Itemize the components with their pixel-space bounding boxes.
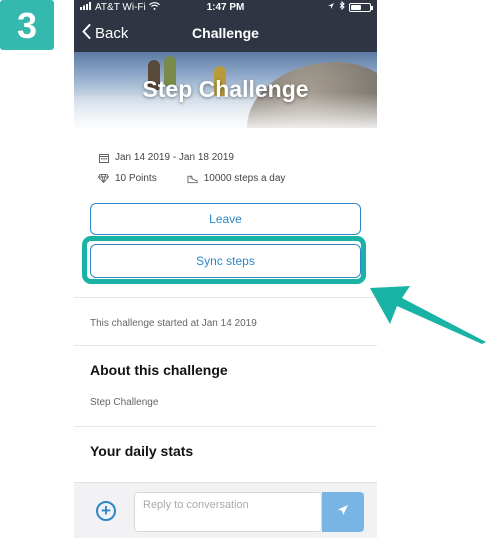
started-text: This challenge started at Jan 14 2019 (90, 318, 257, 329)
date-row: Jan 14 2019 - Jan 18 2019 (98, 152, 377, 163)
goal-pair: 10000 steps a day (187, 173, 286, 184)
shoe-icon (187, 173, 198, 184)
status-time: 1:47 PM (206, 1, 245, 13)
leave-button[interactable]: Leave (90, 203, 361, 235)
points-pair: 10 Points (98, 173, 157, 184)
challenge-info: Jan 14 2019 - Jan 18 2019 10 Points 1000… (74, 128, 377, 184)
calendar-icon (98, 152, 109, 163)
about-description: Step Challenge (90, 397, 159, 408)
diamond-icon (98, 173, 109, 184)
reply-composer: + Reply to conversation (74, 482, 377, 538)
meta-row: 10 Points 10000 steps a day (98, 173, 377, 184)
pointer-arrow-icon (370, 286, 486, 344)
back-label: Back (95, 24, 129, 42)
step-number-badge: 3 (0, 0, 54, 50)
hero-banner: Step Challenge (74, 52, 377, 128)
chevron-left-icon (82, 23, 91, 43)
status-bar: AT&T Wi-Fi 1:47 PM (74, 0, 377, 14)
hero-title: Step Challenge (142, 76, 309, 102)
divider (74, 426, 377, 427)
plus-icon: + (101, 501, 111, 520)
send-button[interactable] (322, 492, 364, 532)
goal-label: 10000 steps a day (203, 173, 286, 184)
sync-steps-button[interactable]: Sync steps (90, 244, 361, 278)
send-icon (337, 503, 349, 521)
stats-title: Your daily stats (90, 443, 194, 459)
divider (74, 345, 377, 346)
reply-input[interactable]: Reply to conversation (134, 492, 322, 532)
divider (74, 297, 377, 298)
date-range: Jan 14 2019 - Jan 18 2019 (115, 152, 234, 163)
points-label: 10 Points (115, 173, 157, 184)
battery-icon (349, 2, 373, 12)
phone-screen: AT&T Wi-Fi 1:47 PM Back Challenge Step C… (74, 0, 377, 538)
back-button[interactable]: Back (74, 23, 129, 43)
about-title: About this challenge (90, 362, 228, 378)
add-attachment-button[interactable]: + (96, 501, 116, 521)
nav-bar: Back Challenge (74, 14, 377, 52)
